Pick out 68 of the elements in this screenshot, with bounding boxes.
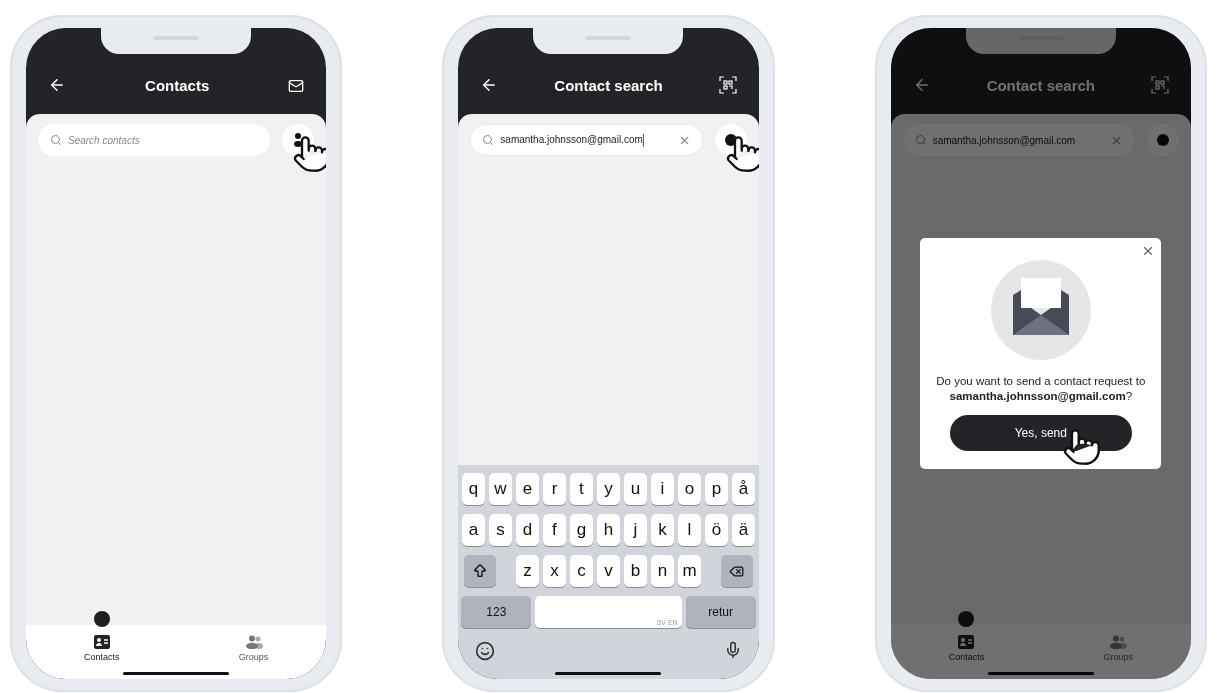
search-field[interactable]: samantha.johnsson@gmail.com <box>902 124 1135 156</box>
contact-card-icon <box>93 635 110 649</box>
letter-key[interactable]: w <box>489 473 512 505</box>
tab-item[interactable]: Contacts <box>84 635 120 679</box>
letter-key[interactable]: v <box>597 555 620 587</box>
mail-icon[interactable] <box>288 78 305 94</box>
tab-label: Contacts <box>84 652 120 662</box>
hand-pointer-icon <box>724 134 759 174</box>
letter-key[interactable]: n <box>651 555 674 587</box>
return-key[interactable]: retur <box>685 596 756 628</box>
search-value: samantha.johnsson@gmail.com <box>932 134 1077 146</box>
qr-scan-icon[interactable] <box>718 76 737 94</box>
letter-key[interactable]: i <box>651 473 674 505</box>
search-icon <box>482 134 495 146</box>
search-icon <box>914 134 927 146</box>
people-icon <box>244 635 263 649</box>
tab-item[interactable]: Groups <box>238 635 269 679</box>
letter-key[interactable]: b <box>624 555 647 587</box>
search-field[interactable]: Search contacts <box>38 124 271 156</box>
letter-key[interactable]: y <box>597 473 620 505</box>
letter-key[interactable]: k <box>651 514 674 546</box>
person-icon <box>293 132 304 148</box>
dot-icon <box>1157 134 1169 146</box>
dialog-message: Do you want to send a contact request to samantha.johnsson@gmail.com? <box>935 373 1147 404</box>
screen-title: Contact search <box>986 77 1095 94</box>
hand-pointer-icon <box>292 134 327 174</box>
letter-key[interactable]: q <box>462 473 485 505</box>
tab-item[interactable]: Contacts <box>948 635 985 679</box>
shift-icon <box>472 563 488 579</box>
letter-key[interactable]: h <box>597 514 620 546</box>
letter-key[interactable]: u <box>624 473 647 505</box>
shift-key[interactable] <box>464 555 496 587</box>
letter-key[interactable]: ä <box>732 514 755 546</box>
text-caret <box>642 133 644 147</box>
backspace-icon <box>729 563 745 579</box>
search-value: samantha.johnsson@gmail.com <box>500 133 645 147</box>
letter-key[interactable]: e <box>516 473 539 505</box>
letter-key[interactable]: p <box>705 473 728 505</box>
search-placeholder: Search contacts <box>68 134 140 146</box>
tab-label: Contacts <box>948 652 985 662</box>
letter-key[interactable]: m <box>678 555 701 587</box>
letter-key[interactable]: j <box>624 514 647 546</box>
letter-key[interactable]: a <box>462 514 485 546</box>
tab-label: Groups <box>1103 652 1133 662</box>
letter-key[interactable]: l <box>678 514 701 546</box>
letter-key[interactable]: å <box>732 473 755 505</box>
letter-key[interactable]: t <box>570 473 593 505</box>
contact-card-icon <box>958 635 975 649</box>
letter-key[interactable]: r <box>543 473 566 505</box>
letter-key[interactable]: ö <box>705 514 728 546</box>
letter-key[interactable]: x <box>543 555 566 587</box>
people-icon <box>1109 635 1128 649</box>
letter-key[interactable]: d <box>516 514 539 546</box>
letter-key[interactable]: c <box>570 555 593 587</box>
screen-title: Contacts <box>145 77 210 94</box>
active-tab-indicator <box>958 611 975 627</box>
letter-key[interactable]: g <box>570 514 593 546</box>
screen-title: Contact search <box>554 77 663 94</box>
numbers-key[interactable]: 123 <box>461 596 532 628</box>
search-field[interactable]: samantha.johnsson@gmail.com <box>470 124 703 156</box>
letter-key[interactable]: f <box>543 514 566 546</box>
letter-key[interactable]: s <box>489 514 512 546</box>
emoji-icon[interactable] <box>475 641 496 661</box>
letter-key[interactable]: z <box>516 555 539 587</box>
letter-key[interactable]: o <box>678 473 701 505</box>
search-icon <box>50 134 62 146</box>
tab-label: Groups <box>238 652 269 662</box>
backspace-key[interactable] <box>721 555 753 587</box>
